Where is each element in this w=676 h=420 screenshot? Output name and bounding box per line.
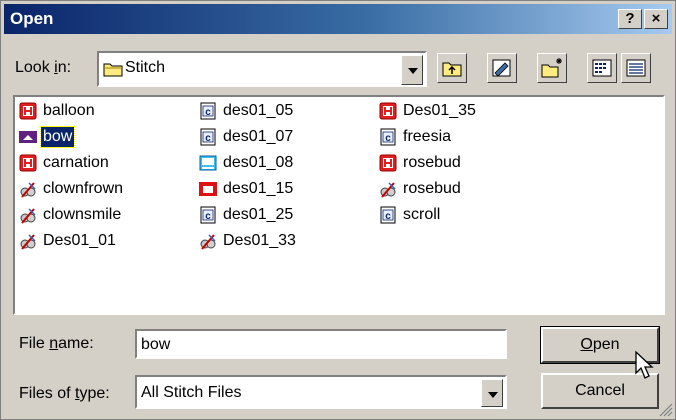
embroidery-icon [199, 232, 217, 250]
window-title: Open [10, 9, 54, 28]
up-one-level-button[interactable] [437, 53, 467, 83]
close-button[interactable]: × [644, 9, 668, 29]
details-view-icon [626, 59, 646, 77]
details-view-button[interactable] [621, 53, 651, 83]
file-item-label: carnation [43, 154, 109, 171]
c-document-icon: c [199, 128, 217, 146]
embroidery-icon [19, 180, 37, 198]
new-folder-icon [541, 58, 562, 78]
view-desktop-button[interactable] [487, 53, 517, 83]
folder-icon [103, 63, 123, 77]
c-document-icon: c [199, 102, 217, 120]
file-item-label: Des01_01 [43, 232, 116, 249]
red-image-icon [199, 180, 217, 198]
up-folder-icon [442, 62, 462, 77]
title-bar[interactable]: Open ? × [4, 4, 672, 34]
file-item-label: clownfrown [43, 180, 124, 197]
mouse-cursor-icon [635, 351, 654, 379]
look-in-combo[interactable]: Stitch [97, 51, 427, 87]
bow-image-icon [19, 128, 37, 146]
open-dialog: Open ? × Look in: Stitch balloon bow car… [0, 0, 676, 420]
embroidery-icon [379, 180, 397, 198]
file-item-label: freesia [403, 128, 452, 145]
file-item-label: des01_08 [223, 154, 294, 171]
svg-text:c: c [205, 107, 211, 118]
look-in-dropdown-button[interactable] [401, 55, 423, 85]
file-type-dropdown-button[interactable] [481, 379, 503, 407]
h-logo-icon [19, 102, 37, 120]
file-item-label: des01_05 [223, 102, 294, 119]
desktop-edit-icon [492, 59, 511, 77]
resize-grip-icon[interactable] [657, 401, 673, 417]
list-view-icon [592, 59, 612, 77]
embroidery-icon [19, 206, 37, 224]
file-list[interactable]: balloon bow carnation clownfrown clownsmile D… [13, 95, 665, 315]
c-document-icon: c [199, 206, 217, 224]
create-new-folder-button[interactable] [537, 53, 567, 83]
file-item-label: Des01_33 [223, 232, 296, 249]
c-document-icon: c [379, 128, 397, 146]
svg-text:c: c [385, 211, 391, 222]
c-document-icon: c [379, 206, 397, 224]
svg-text:c: c [205, 211, 211, 222]
picture-icon [199, 154, 217, 172]
file-item-label: des01_25 [223, 206, 294, 223]
file-item-label: balloon [43, 102, 95, 119]
file-item-label: clownsmile [43, 206, 122, 223]
file-item-label: des01_07 [223, 128, 294, 145]
svg-text:c: c [385, 133, 391, 144]
file-item-label: des01_15 [223, 180, 294, 197]
h-logo-icon [379, 102, 397, 120]
file-item-label: rosebud [403, 154, 461, 171]
file-name-input[interactable]: bow [135, 329, 507, 359]
file-type-value: All Stitch Files [141, 384, 242, 401]
file-name-label: File name: [19, 335, 94, 352]
file-type-label: Files of type: [19, 385, 110, 402]
embroidery-icon [19, 232, 37, 250]
file-item-label: Des01_35 [403, 102, 476, 119]
h-logo-icon [19, 154, 37, 172]
file-item-label: scroll [403, 206, 441, 223]
file-name-value: bow [141, 336, 171, 353]
file-item-label: bow [39, 126, 76, 148]
help-button[interactable]: ? [618, 9, 642, 29]
list-view-button[interactable] [587, 53, 617, 83]
look-in-value: Stitch [125, 59, 166, 76]
look-in-label: Look in: [15, 59, 72, 76]
file-type-combo[interactable]: All Stitch Files [135, 375, 507, 409]
file-item-label: rosebud [403, 180, 461, 197]
svg-text:c: c [205, 133, 211, 144]
h-logo-icon [379, 154, 397, 172]
